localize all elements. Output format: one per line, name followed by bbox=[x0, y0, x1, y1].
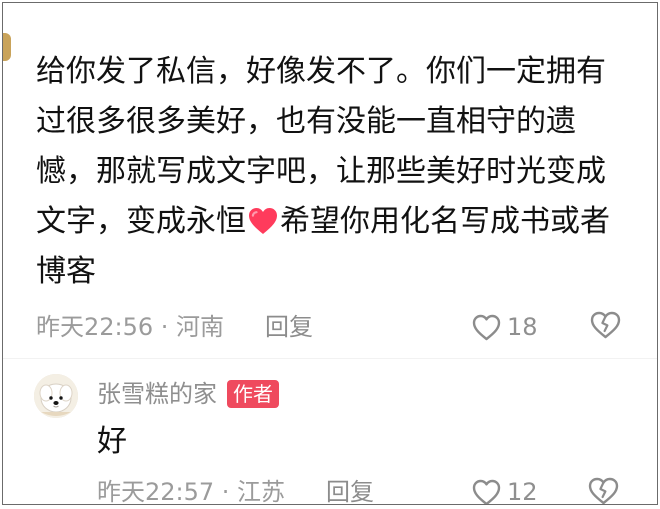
red-heart-emoji-icon bbox=[249, 208, 277, 234]
reply-like-button[interactable]: 12 bbox=[471, 476, 538, 505]
white-dog-avatar-icon bbox=[34, 374, 78, 418]
author-badge: 作者 bbox=[227, 380, 279, 408]
heart-outline-icon bbox=[472, 314, 501, 340]
comment-thread: 给你发了私信，好像发不了。你们一定拥有过很多很多美好，也有没能一直相守的遗憾，那… bbox=[2, 2, 658, 505]
reply-header: 张雪糕的家 作者 bbox=[97, 377, 279, 411]
reply-like-count: 12 bbox=[507, 478, 538, 505]
reply-time-location: 昨天22:57 · 江苏 bbox=[97, 478, 286, 505]
heart-outline-icon bbox=[472, 479, 501, 504]
broken-heart-outline-icon bbox=[588, 477, 619, 504]
left-edge-avatar-fragment bbox=[3, 33, 11, 61]
reply-author-avatar[interactable] bbox=[34, 374, 78, 418]
comment-divider bbox=[3, 358, 657, 359]
comment-meta-row: 昨天22:56 · 河南 回复 18 bbox=[36, 309, 636, 345]
reply-dislike-button[interactable] bbox=[587, 476, 620, 504]
reply-meta-row: 昨天22:57 · 江苏 回复 12 bbox=[97, 474, 657, 505]
comment-body: 给你发了私信，好像发不了。你们一定拥有过很多很多美好，也有没能一直相守的遗憾，那… bbox=[36, 47, 632, 297]
reply-username[interactable]: 张雪糕的家 bbox=[97, 377, 217, 411]
reply-reply-button[interactable]: 回复 bbox=[326, 474, 374, 504]
comment-dislike-button[interactable] bbox=[589, 310, 622, 350]
broken-heart-outline-icon bbox=[590, 311, 621, 339]
comment-time-location: 昨天22:56 · 河南 bbox=[36, 313, 225, 341]
comment-like-count: 18 bbox=[507, 313, 538, 341]
comment-like-button[interactable]: 18 bbox=[471, 311, 538, 343]
reply-body: 好 bbox=[97, 424, 127, 459]
comment-reply-button[interactable]: 回复 bbox=[265, 309, 313, 345]
